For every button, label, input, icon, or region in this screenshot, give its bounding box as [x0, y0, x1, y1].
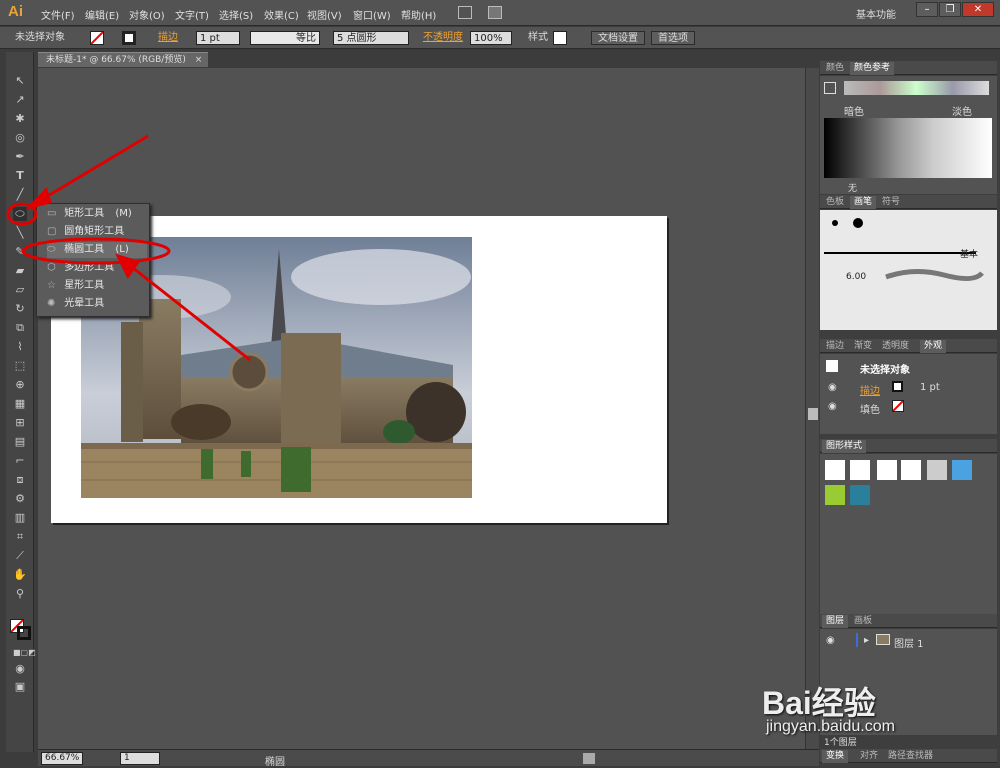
- none-label: 无: [848, 184, 858, 194]
- graphic-style-blue[interactable]: [952, 460, 972, 480]
- layers-panel-tabs: 图层 画板: [820, 614, 997, 628]
- tab-pathfinder[interactable]: 路径查找器: [884, 750, 937, 763]
- graphic-styles-panel: [820, 454, 997, 614]
- basic-brush-line[interactable]: [824, 252, 976, 254]
- appearance-panel-tabs: 描边 渐变 透明度 外观: [820, 339, 997, 353]
- stroke-swatch-icon[interactable]: [892, 381, 903, 392]
- workspace-switcher[interactable]: 基本功能: [856, 6, 896, 21]
- tab-appearance[interactable]: 外观: [920, 340, 947, 353]
- baidu-watermark-url: jingyan.baidu.com: [766, 718, 895, 735]
- color-panel-tabs: 颜色 颜色参考: [820, 61, 997, 75]
- tab-stroke[interactable]: 描边: [822, 340, 848, 353]
- arrowhead-icon: [25, 187, 52, 210]
- tab-artboards[interactable]: 画板: [850, 615, 876, 628]
- layer-color-bar: [856, 633, 858, 647]
- basic-brush-label: 基本: [960, 250, 979, 260]
- circle-tool-highlight: [6, 202, 38, 226]
- tab-symbols[interactable]: 符号: [878, 196, 904, 209]
- base-color-swatch[interactable]: [824, 82, 836, 94]
- graphic-style-default[interactable]: [825, 460, 845, 480]
- visibility-eye-icon[interactable]: ◉: [828, 382, 837, 393]
- brush-size-label: 6.00: [846, 272, 867, 282]
- fill-none-icon[interactable]: [892, 400, 904, 412]
- circle-ellipse-item-highlight: [21, 237, 171, 265]
- appearance-stroke-weight: 1 pt: [920, 382, 940, 393]
- tab-align[interactable]: 对齐: [856, 750, 882, 763]
- tab-gradient[interactable]: 渐变: [850, 340, 876, 353]
- appearance-thumbnail: [826, 360, 838, 372]
- brush-dot-large[interactable]: [853, 218, 863, 228]
- art-brush-preview[interactable]: [884, 265, 984, 285]
- tab-graphic-styles[interactable]: 图形样式: [822, 440, 867, 453]
- horizontal-scroll-thumb[interactable]: [583, 753, 595, 764]
- arrowhead-icon: [115, 253, 141, 279]
- artboard-navigation-field[interactable]: 1: [120, 752, 160, 765]
- status-bar: 66.67% 1 椭圆: [38, 749, 819, 768]
- tab-color-guide[interactable]: 颜色参考: [850, 62, 895, 75]
- color-variations-grid[interactable]: [824, 118, 992, 178]
- minimize-button[interactable]: –: [916, 2, 938, 17]
- graphic-style-none[interactable]: [850, 460, 870, 480]
- appearance-stroke-link[interactable]: 描边: [860, 382, 880, 397]
- tab-color[interactable]: 颜色: [822, 62, 848, 75]
- graphic-style-water[interactable]: [850, 485, 870, 505]
- dark-label: 暗色: [844, 107, 864, 118]
- layer-count: 1个图层: [824, 738, 857, 748]
- restore-button[interactable]: ❐: [939, 2, 961, 17]
- visibility-eye-icon[interactable]: ◉: [828, 401, 837, 412]
- tab-layers[interactable]: 图层: [822, 615, 849, 628]
- tab-transform[interactable]: 变换: [822, 750, 849, 763]
- layer-thumbnail: [876, 634, 890, 645]
- layer-visibility-eye-icon[interactable]: ◉: [826, 635, 835, 646]
- light-label: 淡色: [952, 107, 972, 118]
- graphic-style-pair[interactable]: [901, 460, 921, 480]
- appearance-panel: 未选择对象 ◉ 描边 1 pt ◉ 填色: [820, 354, 997, 434]
- graphic-style-white[interactable]: [877, 460, 897, 480]
- red-annotation-overlay: [6, 134, 251, 362]
- brush-dot-small[interactable]: [832, 220, 838, 226]
- graphic-style-shadow[interactable]: [927, 460, 947, 480]
- graphic-style-leaf[interactable]: [825, 485, 845, 505]
- tab-transparency[interactable]: 透明度: [878, 340, 913, 353]
- expand-layer-icon[interactable]: ▸: [864, 635, 869, 646]
- graphic-styles-tabs: 图形样式: [820, 439, 997, 453]
- layer-name[interactable]: 图层 1: [894, 635, 924, 650]
- close-button[interactable]: ✕: [962, 2, 994, 17]
- brushes-panel-tabs: 色板 画笔 符号: [820, 195, 997, 209]
- brushes-panel: 基本 6.00: [820, 210, 997, 330]
- color-guide-panel: 暗色 淡色 无: [820, 76, 997, 194]
- tab-brushes[interactable]: 画笔: [850, 196, 877, 209]
- bottom-panel-tabs: 变换 对齐 路径查找器: [820, 749, 997, 763]
- appearance-title: 未选择对象: [860, 365, 910, 376]
- arrow-to-tool-icon: [35, 134, 149, 205]
- harmony-strip[interactable]: [844, 81, 989, 95]
- appearance-fill-label: 填色: [860, 405, 880, 416]
- zoom-field[interactable]: 66.67%: [41, 752, 84, 765]
- arrow-to-ellipse-item: [127, 262, 251, 362]
- tab-swatches[interactable]: 色板: [822, 196, 848, 209]
